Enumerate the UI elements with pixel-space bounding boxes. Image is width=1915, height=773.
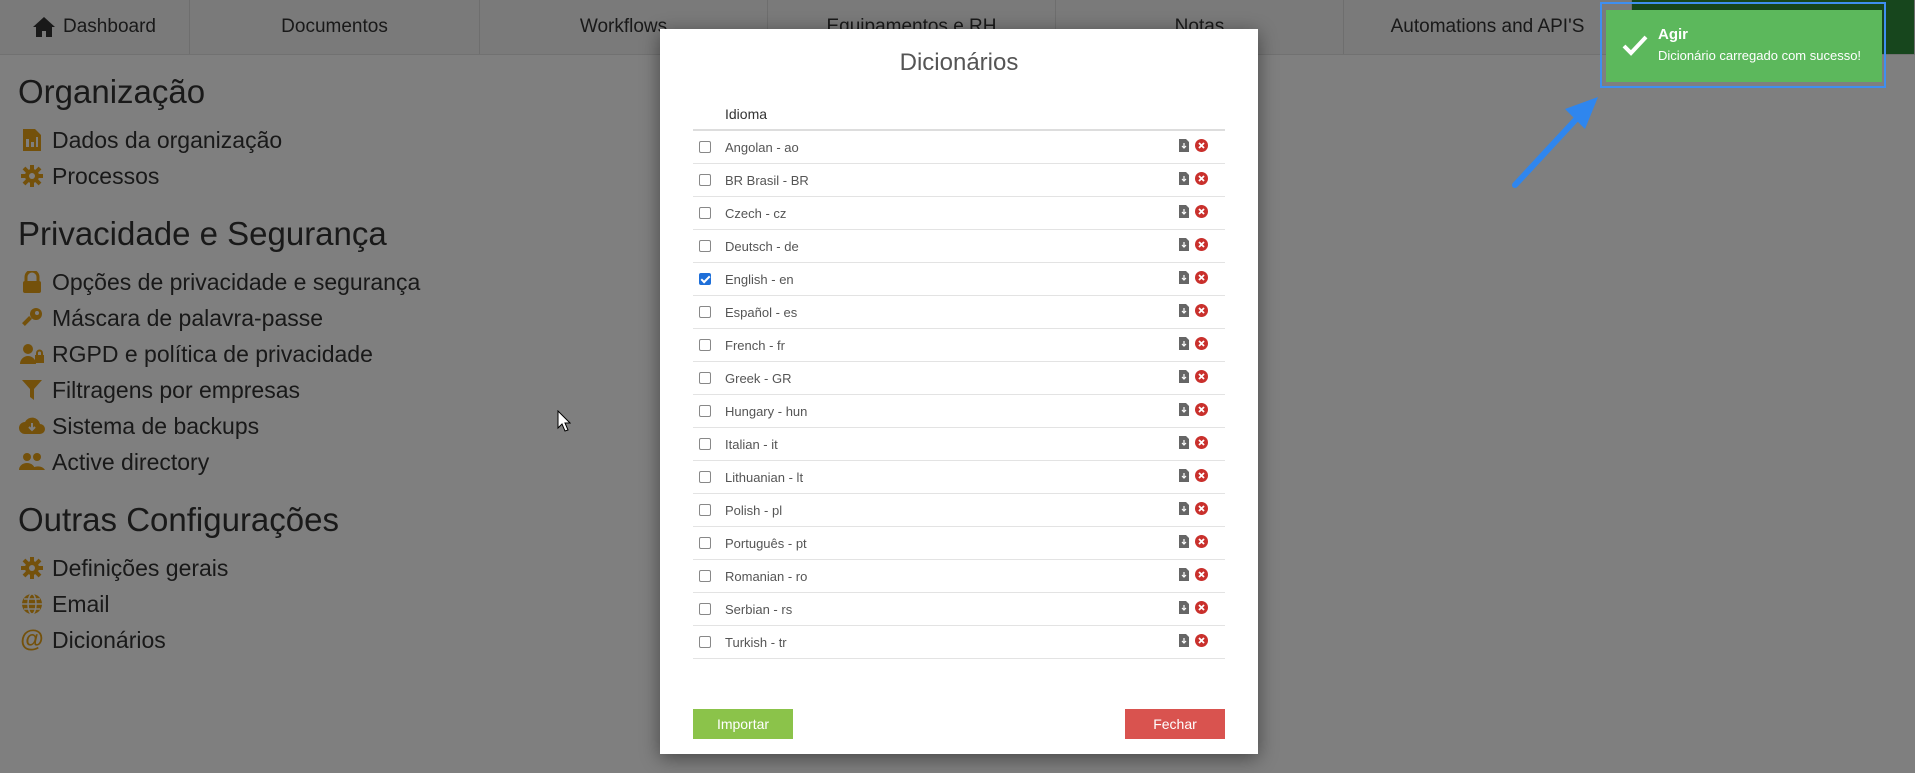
row-language-label: Lithuanian - lt — [725, 470, 804, 485]
row-language-label: Angolan - ao — [725, 140, 799, 155]
row-checkbox[interactable] — [699, 570, 711, 582]
table-row: Romanian - ro — [693, 560, 1225, 593]
delete-icon[interactable] — [1195, 337, 1208, 353]
table-row: Angolan - ao — [693, 131, 1225, 164]
download-file-icon[interactable] — [1179, 139, 1189, 155]
dictionaries-table: Idioma Angolan - ao BR Brasil - BR Czech -… — [693, 101, 1225, 659]
row-checkbox[interactable] — [699, 438, 711, 450]
download-file-icon[interactable] — [1179, 205, 1189, 221]
delete-icon[interactable] — [1195, 568, 1208, 584]
delete-icon[interactable] — [1195, 502, 1208, 518]
table-row: English - en — [693, 263, 1225, 296]
row-checkbox[interactable] — [699, 207, 711, 219]
row-language-label: French - fr — [725, 338, 785, 353]
download-file-icon[interactable] — [1179, 634, 1189, 650]
row-checkbox[interactable] — [699, 174, 711, 186]
table-row: Serbian - rs — [693, 593, 1225, 626]
delete-icon[interactable] — [1195, 469, 1208, 485]
table-row: Italian - it — [693, 428, 1225, 461]
row-checkbox[interactable] — [699, 339, 711, 351]
row-language-label: Português - pt — [725, 536, 807, 551]
row-language-label: Deutsch - de — [725, 239, 799, 254]
dictionaries-modal: Dicionários Idioma Angolan - ao BR Brasil… — [660, 29, 1258, 754]
column-header-language: Idioma — [725, 106, 768, 122]
row-language-label: Polish - pl — [725, 503, 783, 518]
download-file-icon[interactable] — [1179, 172, 1189, 188]
toast-highlight-frame — [1600, 2, 1886, 88]
import-button[interactable]: Importar — [693, 709, 793, 739]
download-file-icon[interactable] — [1179, 502, 1189, 518]
mouse-cursor-icon — [557, 409, 572, 437]
delete-icon[interactable] — [1195, 370, 1208, 386]
delete-icon[interactable] — [1195, 238, 1208, 254]
delete-icon[interactable] — [1195, 172, 1208, 188]
table-body: Angolan - ao BR Brasil - BR Czech - cz Deut… — [693, 131, 1225, 659]
row-checkbox[interactable] — [699, 405, 711, 417]
row-checkbox[interactable] — [699, 537, 711, 549]
table-row: French - fr — [693, 329, 1225, 362]
row-checkbox[interactable] — [699, 306, 711, 318]
table-row: Español - es — [693, 296, 1225, 329]
table-row: Hungary - hun — [693, 395, 1225, 428]
row-language-label: Greek - GR — [725, 371, 792, 386]
download-file-icon[interactable] — [1179, 271, 1189, 287]
table-row: Português - pt — [693, 527, 1225, 560]
download-file-icon[interactable] — [1179, 535, 1189, 551]
row-language-label: Czech - cz — [725, 206, 787, 221]
table-row: Deutsch - de — [693, 230, 1225, 263]
table-row: Czech - cz — [693, 197, 1225, 230]
table-row: BR Brasil - BR — [693, 164, 1225, 197]
delete-icon[interactable] — [1195, 205, 1208, 221]
delete-icon[interactable] — [1195, 634, 1208, 650]
row-checkbox[interactable] — [699, 471, 711, 483]
row-checkbox[interactable] — [699, 504, 711, 516]
row-checkbox[interactable] — [699, 603, 711, 615]
delete-icon[interactable] — [1195, 601, 1208, 617]
table-row: Turkish - tr — [693, 626, 1225, 659]
row-checkbox[interactable] — [699, 141, 711, 153]
table-header: Idioma — [693, 101, 1225, 131]
row-checkbox[interactable] — [699, 636, 711, 648]
row-checkbox[interactable] — [699, 240, 711, 252]
delete-icon[interactable] — [1195, 436, 1208, 452]
annotation-arrow-icon — [1510, 95, 1600, 195]
close-button[interactable]: Fechar — [1125, 709, 1225, 739]
table-row: Polish - pl — [693, 494, 1225, 527]
download-file-icon[interactable] — [1179, 370, 1189, 386]
delete-icon[interactable] — [1195, 535, 1208, 551]
delete-icon[interactable] — [1195, 139, 1208, 155]
row-language-label: Turkish - tr — [725, 635, 787, 650]
row-language-label: BR Brasil - BR — [725, 173, 809, 188]
row-language-label: Hungary - hun — [725, 404, 808, 419]
table-row: Greek - GR — [693, 362, 1225, 395]
download-file-icon[interactable] — [1179, 436, 1189, 452]
download-file-icon[interactable] — [1179, 238, 1189, 254]
delete-icon[interactable] — [1195, 304, 1208, 320]
download-file-icon[interactable] — [1179, 568, 1189, 584]
row-language-label: English - en — [725, 272, 794, 287]
row-language-label: Romanian - ro — [725, 569, 808, 584]
row-checkbox[interactable] — [699, 273, 711, 285]
modal-title: Dicionários — [899, 49, 1019, 76]
download-file-icon[interactable] — [1179, 304, 1189, 320]
row-language-label: Italian - it — [725, 437, 778, 452]
table-row: Lithuanian - lt — [693, 461, 1225, 494]
delete-icon[interactable] — [1195, 271, 1208, 287]
delete-icon[interactable] — [1195, 403, 1208, 419]
download-file-icon[interactable] — [1179, 469, 1189, 485]
download-file-icon[interactable] — [1179, 601, 1189, 617]
row-language-label: Serbian - rs — [725, 602, 793, 617]
row-language-label: Español - es — [725, 305, 798, 320]
download-file-icon[interactable] — [1179, 403, 1189, 419]
download-file-icon[interactable] — [1179, 337, 1189, 353]
row-checkbox[interactable] — [699, 372, 711, 384]
